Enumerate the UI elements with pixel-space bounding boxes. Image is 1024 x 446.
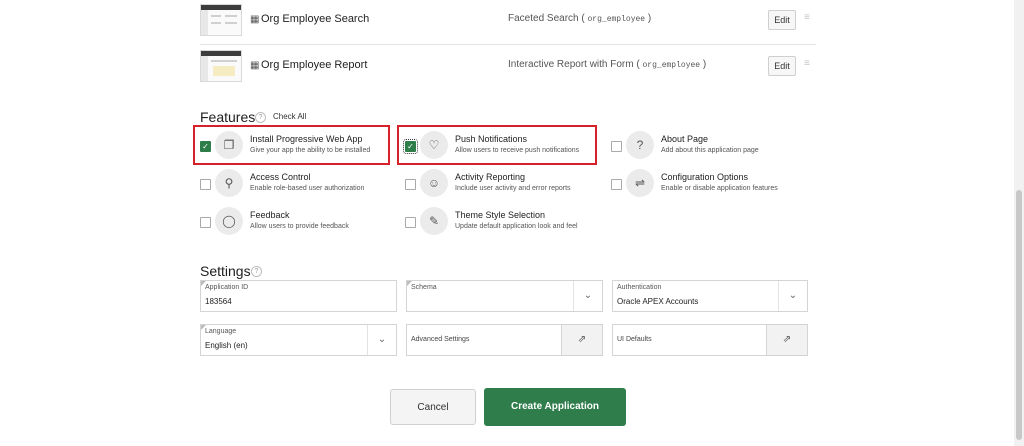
feature-description: Enable or disable application features (661, 185, 778, 192)
feature-title: About Page (661, 134, 709, 144)
settings-help-icon[interactable]: ? (251, 266, 262, 277)
feature-configuration-options[interactable]: ⇌ Configuration Options Enable or disabl… (611, 167, 811, 201)
create-app-panel: ▦ Org Employee Search Faceted Search ( o… (0, 0, 1014, 446)
edit-page-button[interactable]: Edit (768, 10, 796, 30)
advanced-settings-field[interactable]: Advanced Settings ⇗ (406, 324, 603, 356)
feature-checkbox[interactable] (200, 217, 211, 228)
settings-title: Settings (200, 263, 251, 279)
page-row: ▦ Org Employee Search Faceted Search ( o… (200, 0, 816, 44)
user-lock-icon: ☺ (420, 169, 448, 197)
field-label: Application ID (205, 284, 249, 291)
scrollbar-thumb[interactable] (1016, 190, 1022, 440)
feature-theme-style-selection[interactable]: ✎ Theme Style Selection Update default a… (405, 205, 605, 239)
field-label: UI Defaults (617, 336, 652, 343)
feature-title: Activity Reporting (455, 172, 526, 182)
feature-checkbox[interactable] (611, 179, 622, 190)
feature-description: Include user activity and error reports (455, 185, 571, 192)
feature-checkbox[interactable] (405, 217, 416, 228)
field-value: Oracle APEX Accounts (617, 297, 699, 306)
field-value: English (en) (205, 341, 248, 350)
field-label: Authentication (617, 284, 662, 291)
page-name: Org Employee Search (261, 13, 370, 25)
chevron-down-icon[interactable]: ⌄ (778, 281, 807, 311)
page-thumbnail (200, 50, 242, 82)
feature-feedback[interactable]: ◯ Feedback Allow users to provide feedba… (200, 205, 400, 239)
feature-title: Feedback (250, 210, 290, 220)
features-help-icon[interactable]: ? (255, 112, 266, 123)
divider (200, 44, 816, 45)
cancel-button[interactable]: Cancel (390, 389, 476, 425)
features-title: Features (200, 109, 256, 125)
page-name: Org Employee Report (261, 59, 368, 71)
check-all-link[interactable]: Check All (273, 112, 306, 121)
feature-description: Add about this application page (661, 147, 759, 154)
feature-about-page[interactable]: ? About Page Add about this application … (611, 129, 811, 163)
feature-title: Access Control (250, 172, 311, 182)
sliders-icon: ⇌ (626, 169, 654, 197)
page-description: Faceted Search ( org_employee ) (508, 13, 652, 24)
field-label: Language (205, 328, 237, 335)
drag-handle-icon[interactable]: ≡ (804, 12, 810, 23)
brush-icon: ✎ (420, 207, 448, 235)
drag-handle-icon[interactable]: ≡ (804, 58, 810, 69)
feature-description: Enable role-based user authorization (250, 185, 365, 192)
schema-select[interactable]: Schema ⌄ (406, 280, 603, 312)
open-dialog-icon[interactable]: ⇗ (766, 325, 807, 355)
feature-access-control[interactable]: ⚲ Access Control Enable role-based user … (200, 167, 400, 201)
feature-description: Update default application look and feel (455, 223, 578, 230)
feature-checkbox[interactable] (611, 141, 622, 152)
key-icon: ⚲ (215, 169, 243, 197)
feature-activity-reporting[interactable]: ☺ Activity Reporting Include user activi… (405, 167, 605, 201)
open-dialog-icon[interactable]: ⇗ (561, 325, 602, 355)
feature-description: Allow users to provide feedback (250, 223, 349, 230)
feature-checkbox[interactable] (200, 179, 211, 190)
field-value[interactable]: 183564 (205, 297, 232, 306)
highlight-box (397, 125, 597, 165)
chevron-down-icon[interactable]: ⌄ (367, 325, 396, 355)
ui-defaults-field[interactable]: UI Defaults ⇗ (612, 324, 808, 356)
field-label: Schema (411, 284, 437, 291)
highlight-box (193, 125, 390, 165)
edit-page-button[interactable]: Edit (768, 56, 796, 76)
page-type-icon: ▦ (250, 14, 260, 25)
question-icon: ? (626, 131, 654, 159)
language-select[interactable]: Language English (en) ⌄ (200, 324, 397, 356)
comment-icon: ◯ (215, 207, 243, 235)
chevron-down-icon[interactable]: ⌄ (573, 281, 602, 311)
page-description: Interactive Report with Form ( org_emplo… (508, 59, 707, 70)
feature-title: Theme Style Selection (455, 210, 546, 220)
page-thumbnail (200, 4, 242, 36)
field-label: Advanced Settings (411, 336, 470, 343)
application-id-field[interactable]: Application ID 183564 (200, 280, 397, 312)
feature-title: Configuration Options (661, 172, 749, 182)
feature-checkbox[interactable] (405, 179, 416, 190)
page-row: ▦ Org Employee Report Interactive Report… (200, 46, 816, 90)
authentication-select[interactable]: Authentication Oracle APEX Accounts ⌄ (612, 280, 808, 312)
page-type-icon: ▦ (250, 60, 260, 71)
create-application-button[interactable]: Create Application (484, 388, 626, 426)
